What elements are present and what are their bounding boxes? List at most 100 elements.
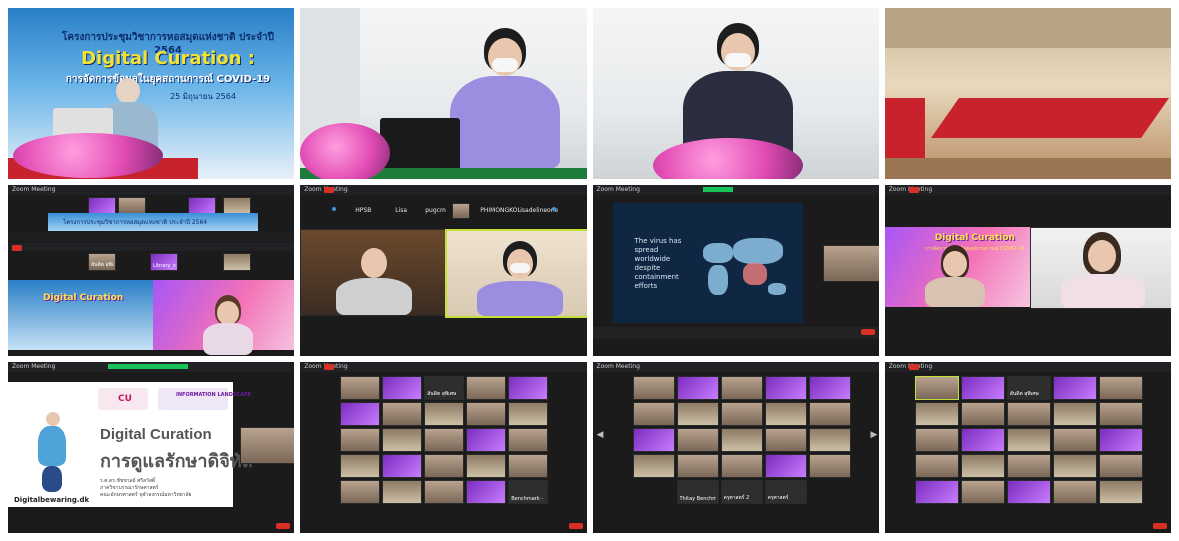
video-thumbnail[interactable] [720,454,763,478]
dc-title-thai: การดูแลรักษาดิจิทัล [100,451,253,472]
video-thumbnail[interactable] [466,428,507,452]
video-thumbnail[interactable] [960,376,1005,400]
zoom-toolbar[interactable] [8,233,295,241]
video-thumbnail[interactable] [1052,454,1097,478]
video-thumbnail[interactable] [1098,454,1143,478]
video-thumbnail[interactable] [1006,454,1051,478]
video-thumbnail[interactable] [914,428,959,452]
video-thumbnail[interactable] [1052,402,1097,426]
video-thumbnail[interactable] [960,480,1005,504]
video-thumbnail[interactable] [1052,480,1097,504]
video-thumbnail[interactable] [632,376,675,400]
video-thumbnail[interactable] [466,454,507,478]
video-thumbnail[interactable]: ครุศาสตร์ 2 [720,480,763,504]
video-thumbnail[interactable] [424,428,465,452]
zoom-toolbar[interactable] [592,521,879,533]
video-thumbnail[interactable]: Benchmark - Punto [508,480,549,504]
video-thumbnail[interactable] [382,428,423,452]
video-thumbnail[interactable] [382,480,423,504]
video-thumbnail[interactable] [764,376,807,400]
video-thumbnail[interactable] [508,402,549,426]
zoom-toolbar[interactable] [884,521,1171,533]
video-thumbnail[interactable] [808,428,851,452]
video-thumbnail[interactable] [223,253,251,271]
participant-name: pugcm [425,207,446,214]
video-thumbnail[interactable] [1098,480,1143,504]
windows-taskbar[interactable] [300,346,587,356]
video-thumbnail[interactable] [808,376,851,400]
video-thumbnail[interactable] [382,376,423,400]
video-thumbnail[interactable] [1006,428,1051,452]
zoom-toolbar[interactable] [300,521,587,533]
video-thumbnail[interactable] [632,454,675,478]
video-thumbnail[interactable] [676,376,719,400]
video-thumbnail[interactable] [508,376,549,400]
video-thumbnail[interactable] [466,402,507,426]
chevron-right-icon[interactable]: ▶ [871,430,878,440]
video-thumbnail[interactable] [960,454,1005,478]
video-thumbnail[interactable] [382,454,423,478]
video-thumbnail[interactable] [808,454,851,478]
video-thumbnail[interactable] [676,402,719,426]
screen-share-tab[interactable] [108,364,188,369]
speaker-video-right[interactable] [1029,227,1171,309]
video-thumbnail[interactable] [960,402,1005,426]
video-thumbnail[interactable] [676,428,719,452]
video-thumbnail[interactable] [508,454,549,478]
arrow-left-icon[interactable] [332,207,337,211]
video-thumbnail[interactable] [808,402,851,426]
video-thumbnail[interactable] [764,402,807,426]
video-thumbnail[interactable] [914,402,959,426]
video-thumbnail[interactable] [632,428,675,452]
video-thumbnail[interactable] [424,402,465,426]
video-thumbnail[interactable] [914,480,959,504]
zoom-titlebar: Zoom Meeting [300,185,587,195]
video-thumbnail[interactable] [466,376,507,400]
video-thumbnail[interactable] [1052,428,1097,452]
zoom-toolbar[interactable] [592,327,879,339]
screen-share-tab[interactable] [702,187,733,192]
video-thumbnail[interactable] [1098,376,1143,400]
windows-taskbar[interactable] [592,346,879,356]
video-thumbnail[interactable] [382,402,423,426]
video-thumbnail[interactable] [340,428,381,452]
video-thumbnail[interactable] [466,480,507,504]
video-thumbnail[interactable] [424,454,465,478]
video-thumbnail[interactable] [1006,480,1051,504]
video-thumbnail[interactable]: สันดิต สุพิเศษ [88,253,116,271]
speaker-video-right[interactable] [445,229,587,318]
video-thumbnail[interactable] [508,428,549,452]
video-thumbnail[interactable] [340,454,381,478]
speaker-video-left[interactable] [300,229,448,316]
video-thumbnail[interactable]: สันดิต สุพิเศษ [424,376,465,400]
video-thumbnail[interactable] [1052,376,1097,400]
video-thumbnail[interactable] [914,454,959,478]
shared-banner-text: โครงการประชุมวิชาการหอสมุดแห่งชาติ ประจำ… [63,219,208,226]
video-thumbnail[interactable] [452,203,471,219]
video-thumbnail[interactable] [632,402,675,426]
video-thumbnail[interactable] [720,376,763,400]
video-thumbnail[interactable] [340,402,381,426]
video-thumbnail[interactable]: Thitay Benchmark [676,480,719,504]
video-thumbnail[interactable] [822,245,879,282]
zoom-toolbar[interactable] [884,342,1171,356]
video-thumbnail[interactable] [960,428,1005,452]
video-thumbnail[interactable]: ครุศาสตร์ [764,480,807,504]
video-thumbnail[interactable]: Library_statue [150,253,178,271]
video-thumbnail[interactable] [914,376,959,400]
chevron-left-icon[interactable]: ◀ [597,430,604,440]
video-thumbnail[interactable] [676,454,719,478]
video-thumbnail[interactable] [340,480,381,504]
zoom-toolbar[interactable] [8,521,295,533]
video-thumbnail[interactable] [720,428,763,452]
video-thumbnail[interactable]: สันดิต สุพิเศษ [1006,376,1051,400]
video-thumbnail[interactable] [1006,402,1051,426]
video-thumbnail[interactable] [720,402,763,426]
video-thumbnail[interactable] [240,427,295,464]
video-thumbnail[interactable] [424,480,465,504]
video-thumbnail[interactable] [1098,402,1143,426]
video-thumbnail[interactable] [764,454,807,478]
video-thumbnail[interactable] [1098,428,1143,452]
video-thumbnail[interactable] [764,428,807,452]
video-thumbnail[interactable] [340,376,381,400]
